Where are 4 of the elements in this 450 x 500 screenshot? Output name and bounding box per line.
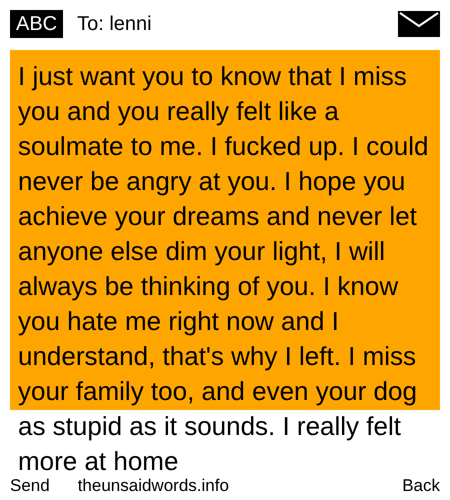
input-mode-label: ABC: [10, 10, 64, 38]
envelope-icon: [398, 11, 440, 37]
site-label: theunsaidwords.info: [78, 475, 229, 498]
recipient-label: To: lenni: [77, 12, 152, 37]
